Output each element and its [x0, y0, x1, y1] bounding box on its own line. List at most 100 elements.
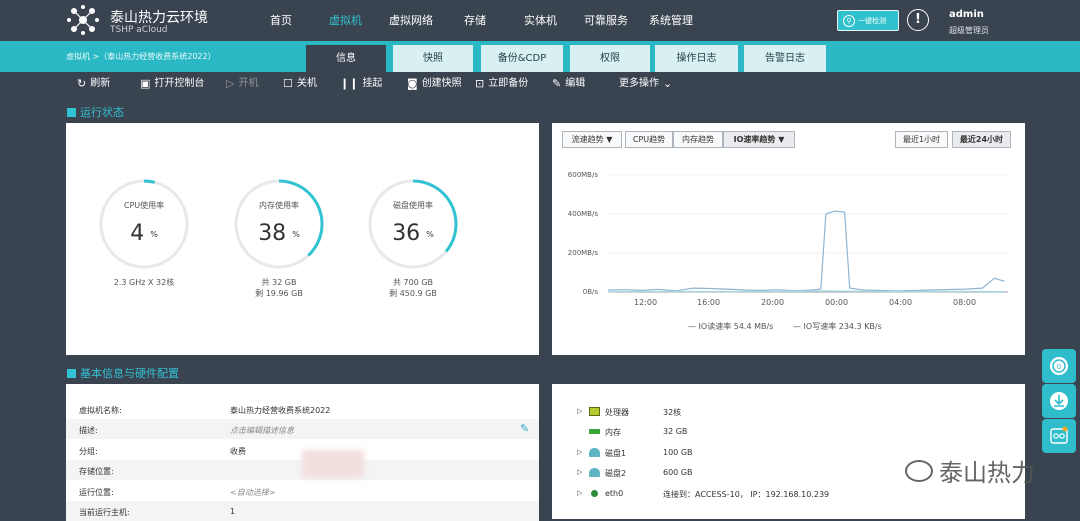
svg-text:0: 0: [1057, 363, 1061, 371]
nav-network[interactable]: 虚拟网络: [389, 0, 433, 41]
nav-vm[interactable]: 虚拟机: [329, 0, 362, 41]
status-card: CPU使用率 4% 2.3 GHz X 32核 内存使用率 38% 共 32 G…: [66, 123, 539, 355]
expand-arrow-icon[interactable]: ▷: [577, 468, 582, 476]
tab-bar: 虚拟机 >（泰山热力经营收费系统2022） 信息 快照 备份&CDP 权限 操作…: [0, 41, 1080, 72]
power-on-label: 开机: [238, 78, 259, 89]
disk-icon: [589, 448, 600, 457]
memory-free: 剩 19.96 GB: [255, 289, 303, 298]
shutdown-label: 关机: [296, 78, 317, 89]
backup-icon: ⊡: [475, 77, 485, 90]
hardware-value: 连接到：ACCESS-10， IP：192.168.10.239: [663, 490, 830, 499]
backup-button[interactable]: ⊡ 立即备份: [475, 72, 528, 96]
info-value: 泰山热力经营收费系统2022: [230, 406, 331, 415]
tab-oplog[interactable]: 操作日志: [655, 45, 738, 72]
suspend-button[interactable]: ❙❙ 挂起: [340, 72, 382, 96]
edit-button[interactable]: ✎ 编辑: [552, 72, 585, 96]
disk-gauge-value: 36%: [367, 221, 459, 246]
cpu-gauge-label: CPU使用率: [123, 201, 165, 210]
refresh-icon: ↻: [77, 77, 87, 90]
trend-card: 流速趋势 ▼ CPU趋势 内存趋势 IO速率趋势 ▼ 最近1小时 最近24小时 …: [552, 123, 1025, 355]
edit-icon: ✎: [552, 77, 562, 90]
memory-gauge-value: 38%: [233, 221, 325, 246]
x-tick: 12:00: [634, 298, 658, 307]
tab-snapshot[interactable]: 快照: [393, 45, 473, 72]
disk-icon: [589, 468, 600, 477]
snapshot-button[interactable]: ◙ 创建快照: [407, 72, 462, 96]
tab-flow-trend[interactable]: 流速趋势 ▼: [562, 131, 622, 148]
nav-reliable[interactable]: 可靠服务: [584, 0, 628, 41]
power-on-button[interactable]: ▷ 开机: [226, 72, 258, 96]
io-write-series-line: [608, 290, 1005, 293]
hardware-name: eth0: [605, 489, 624, 498]
range-24h-button[interactable]: 最近24小时: [952, 131, 1011, 148]
tab-memory-trend[interactable]: 内存趋势: [673, 131, 723, 148]
disk-unit: %: [426, 229, 434, 239]
hardware-value: 32 GB: [663, 427, 688, 436]
breadcrumb[interactable]: 虚拟机 >（泰山热力经营收费系统2022）: [66, 51, 216, 62]
memory-value: 38: [258, 221, 287, 246]
pause-icon: ❙❙: [340, 77, 359, 90]
info-value: <自动选择>: [230, 488, 276, 497]
info-value: 收费: [230, 447, 246, 456]
tab-backup[interactable]: 备份&CDP: [481, 45, 563, 72]
alert-icon[interactable]: !: [907, 9, 929, 31]
hardware-row[interactable]: 内存 32 GB: [552, 422, 1025, 442]
shutdown-button[interactable]: ☐ 关机: [283, 72, 317, 96]
tools-icon: [1050, 426, 1068, 444]
top-bar: 泰山热力云环境 TSHP aCloud 首页 虚拟机 虚拟网络 存储 实体机 可…: [0, 0, 1080, 41]
edit-label: 编辑: [565, 78, 586, 89]
network-icon: [591, 490, 598, 497]
legend-read: — IO读速率 54.4 MB/s: [688, 322, 774, 331]
nav-physical[interactable]: 实体机: [524, 0, 557, 41]
tab-info[interactable]: 信息: [306, 45, 386, 72]
side-timer-button[interactable]: 0: [1042, 349, 1076, 383]
chevron-down-icon: ⌄: [663, 77, 673, 90]
play-icon: ▷: [226, 77, 235, 90]
tab-cpu-trend[interactable]: CPU趋势: [625, 131, 673, 148]
console-button[interactable]: ▣ 打开控制台: [140, 72, 204, 96]
hardware-card: ▷ 处理器 32核 内存 32 GB ▷ 磁盘1 100 GB ▷ 磁盘2 60…: [552, 384, 1025, 519]
timer-icon: 0: [1050, 357, 1068, 375]
memory-icon: [589, 429, 600, 434]
hardware-row[interactable]: ▷ 处理器 32核: [552, 402, 1025, 422]
range-1h-button[interactable]: 最近1小时: [895, 131, 948, 148]
hardware-name: 内存: [605, 428, 621, 437]
nav-system[interactable]: 系统管理: [649, 0, 693, 41]
disk-value: 36: [392, 221, 421, 246]
tab-io-trend[interactable]: IO速率趋势 ▼: [723, 131, 795, 148]
tab-permission[interactable]: 权限: [570, 45, 650, 72]
basic-info-title: 基本信息与硬件配置: [80, 367, 179, 380]
legend-read-label: IO读速率 54.4 MB/s: [698, 322, 774, 331]
watermark-text: 泰山热力: [939, 459, 1035, 487]
side-tools-button[interactable]: [1042, 419, 1076, 453]
info-key: 存储位置:: [79, 467, 114, 476]
user-name[interactable]: admin: [949, 9, 984, 20]
io-trend-label: IO速率趋势: [733, 135, 776, 144]
expand-arrow-icon[interactable]: ▷: [577, 448, 582, 456]
edit-icon[interactable]: ✎: [520, 422, 529, 435]
wechat-logo-icon: [905, 459, 933, 482]
cpu-spec: 2.3 GHz X 32核: [113, 278, 175, 287]
side-download-button[interactable]: [1042, 384, 1076, 418]
caret-down-icon: ▼: [778, 135, 785, 144]
redaction: [302, 450, 364, 478]
tab-alarmlog[interactable]: 告警日志: [744, 45, 826, 72]
basic-info-heading: 基本信息与硬件配置: [67, 365, 179, 381]
expand-arrow-icon[interactable]: ▷: [577, 489, 582, 497]
refresh-button[interactable]: ↻ 刷新: [77, 72, 110, 96]
x-tick: 20:00: [761, 298, 785, 307]
io-rate-chart: [608, 174, 1008, 293]
more-actions-button[interactable]: 更多操作 ⌄: [619, 72, 672, 96]
disk-free: 剩 450.9 GB: [389, 289, 437, 298]
y-tick-600: 600MB/s: [567, 171, 598, 179]
nav-home[interactable]: 首页: [270, 0, 292, 41]
detect-icon: ⚲: [843, 14, 855, 27]
description-value[interactable]: 点击编辑描述信息: [230, 425, 294, 436]
nav-storage[interactable]: 存储: [464, 0, 486, 41]
info-key: 运行位置:: [79, 488, 114, 497]
expand-arrow-icon[interactable]: ▷: [577, 407, 582, 415]
x-tick: 04:00: [889, 298, 913, 307]
disk-total: 共 700 GB: [392, 278, 434, 287]
detect-button[interactable]: ⚲ 一键检测: [837, 10, 899, 31]
snapshot-label: 创建快照: [421, 78, 462, 89]
